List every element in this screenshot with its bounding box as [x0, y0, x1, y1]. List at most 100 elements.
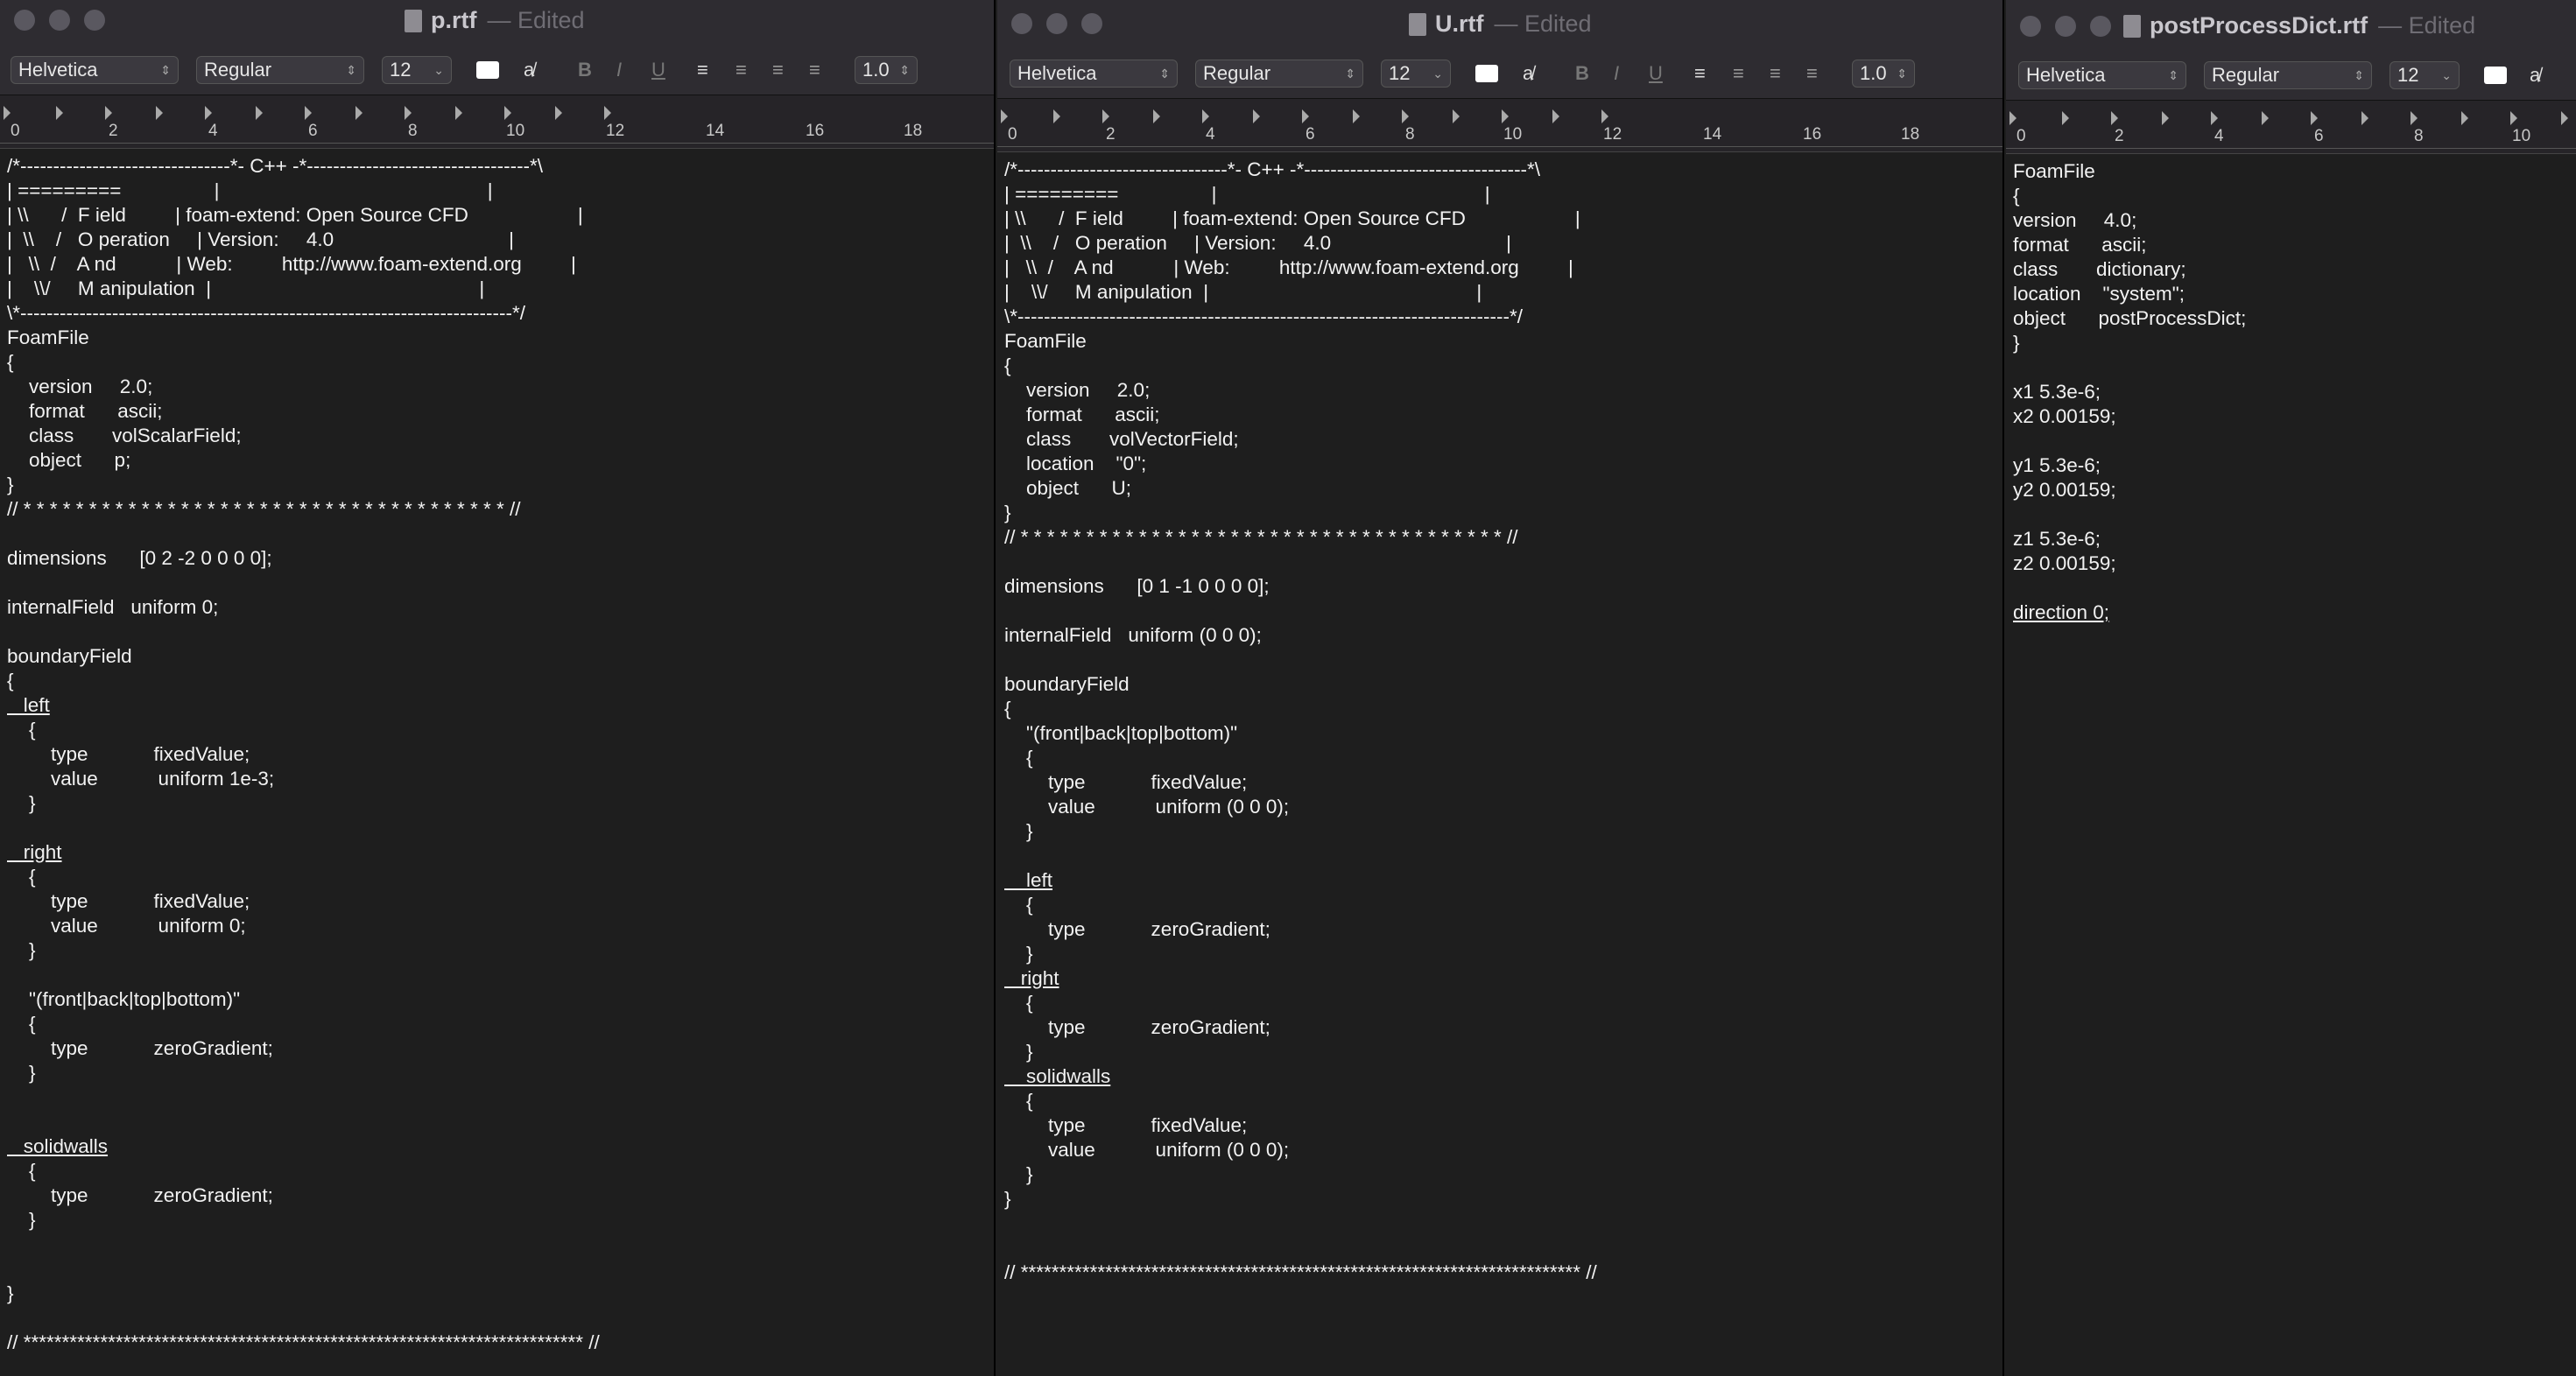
- tab-stop-marker[interactable]: [2211, 111, 2218, 125]
- close-button[interactable]: [2020, 16, 2041, 37]
- italic-button[interactable]: I: [1614, 60, 1619, 88]
- tab-stop-marker[interactable]: [2311, 111, 2318, 125]
- ruler[interactable]: 0 2 4 6 8 10 12 14 16 18: [997, 99, 2002, 152]
- minimize-button[interactable]: [1046, 13, 1067, 34]
- title-bar[interactable]: postProcessDict.rtf — Edited: [2006, 0, 2576, 53]
- text-line: y1 5.3e-6;: [2013, 454, 2101, 476]
- underline-button[interactable]: U: [1649, 60, 1663, 88]
- text-line: [2013, 576, 2576, 600]
- text-color-well[interactable]: [2484, 61, 2507, 89]
- align-center-icon[interactable]: ≡: [1733, 60, 1744, 88]
- tab-stop-marker[interactable]: [1353, 109, 1360, 123]
- align-right-icon[interactable]: ≡: [772, 56, 784, 84]
- text-line: | \\ / O peration | Version: 4.0 |: [7, 228, 514, 250]
- tab-stop-marker[interactable]: [205, 106, 212, 120]
- ruler[interactable]: 0 2 4 6 8 10 12 14 16 18: [0, 95, 994, 149]
- tab-stop-marker[interactable]: [1402, 109, 1409, 123]
- line-spacing-popup[interactable]: 1.0 ⇕: [1852, 60, 1915, 88]
- text-area[interactable]: /*--------------------------------*- C++…: [0, 149, 994, 1355]
- traffic-lights: [14, 10, 105, 31]
- tab-stop-marker[interactable]: [2162, 111, 2169, 125]
- close-button[interactable]: [14, 10, 35, 31]
- line-spacing-popup[interactable]: 1.0 ⇕: [855, 56, 918, 84]
- tab-stop-marker[interactable]: [555, 106, 562, 120]
- text-color-well[interactable]: [1475, 60, 1498, 88]
- tab-stop-marker[interactable]: [105, 106, 112, 120]
- tab-stop-marker[interactable]: [2461, 111, 2468, 125]
- tab-stop-marker[interactable]: [504, 106, 511, 120]
- tab-stop-marker[interactable]: [4, 106, 11, 120]
- tab-stop-marker[interactable]: [2510, 111, 2517, 125]
- text-line: version 2.0;: [1004, 379, 1151, 401]
- text-line: object U;: [1004, 477, 1132, 499]
- tab-stop-marker[interactable]: [1153, 109, 1160, 123]
- zoom-button[interactable]: [1081, 13, 1102, 34]
- underline-button[interactable]: U: [651, 56, 665, 84]
- tab-stop-marker[interactable]: [604, 106, 611, 120]
- zoom-button[interactable]: [84, 10, 105, 31]
- font-style-popup[interactable]: Regular ⇕: [1195, 60, 1363, 88]
- align-left-icon[interactable]: ≡: [697, 56, 708, 84]
- tab-stop-marker[interactable]: [2009, 111, 2016, 125]
- text-area[interactable]: FoamFile {version 4.0; format ascii; class …: [2006, 154, 2576, 625]
- background-color-icon[interactable]: a̸: [1523, 60, 1533, 88]
- font-size-combo[interactable]: 12 ⌄: [382, 56, 452, 84]
- font-family-popup[interactable]: Helvetica ⇕: [1010, 60, 1178, 88]
- minimize-button[interactable]: [2055, 16, 2076, 37]
- tab-stop-marker[interactable]: [1253, 109, 1260, 123]
- tab-stop-marker[interactable]: [1202, 109, 1209, 123]
- tab-stop-marker[interactable]: [2361, 111, 2368, 125]
- tab-stop-marker[interactable]: [2411, 111, 2418, 125]
- tab-stop-marker[interactable]: [56, 106, 63, 120]
- close-button[interactable]: [1011, 13, 1032, 34]
- bold-button[interactable]: B: [1575, 60, 1589, 88]
- font-size-combo[interactable]: 12 ⌄: [2389, 61, 2460, 89]
- align-left-icon[interactable]: ≡: [1694, 60, 1706, 88]
- background-color-icon[interactable]: a̸: [2530, 61, 2540, 89]
- tab-stop-marker[interactable]: [1601, 109, 1608, 123]
- justify-icon[interactable]: ≡: [1806, 60, 1818, 88]
- font-size-combo[interactable]: 12 ⌄: [1381, 60, 1451, 88]
- text-area[interactable]: /*--------------------------------*- C++…: [997, 152, 2002, 1285]
- font-family-popup[interactable]: Helvetica ⇕: [11, 56, 179, 84]
- chevron-updown-icon: ⇕: [346, 62, 356, 77]
- text-line: [1004, 1236, 2002, 1260]
- tab-stop-marker[interactable]: [2111, 111, 2118, 125]
- title-bar[interactable]: p.rtf — Edited: [0, 0, 994, 47]
- tab-stop-marker[interactable]: [355, 106, 362, 120]
- bold-button[interactable]: B: [578, 56, 592, 84]
- tab-stop-marker[interactable]: [256, 106, 263, 120]
- justify-icon[interactable]: ≡: [809, 56, 820, 84]
- minimize-button[interactable]: [49, 10, 70, 31]
- text-line: version 4.0;: [2013, 209, 2137, 231]
- background-color-icon[interactable]: a̸: [524, 56, 534, 84]
- zoom-button[interactable]: [2090, 16, 2111, 37]
- text-line: {: [1004, 1090, 1033, 1112]
- tab-stop-marker[interactable]: [2062, 111, 2069, 125]
- font-style-popup[interactable]: Regular ⇕: [196, 56, 364, 84]
- title-bar[interactable]: U.rtf — Edited: [997, 0, 2002, 51]
- tab-stop-marker[interactable]: [1502, 109, 1509, 123]
- align-center-icon[interactable]: ≡: [735, 56, 747, 84]
- font-style-popup[interactable]: Regular ⇕: [2204, 61, 2372, 89]
- align-right-icon[interactable]: ≡: [1770, 60, 1781, 88]
- tab-stop-marker[interactable]: [305, 106, 312, 120]
- tab-stop-marker[interactable]: [1552, 109, 1559, 123]
- tab-stop-marker[interactable]: [156, 106, 163, 120]
- tab-stop-marker[interactable]: [1001, 109, 1008, 123]
- text-line: }: [7, 1062, 36, 1084]
- text-line: value uniform 0;: [7, 915, 246, 937]
- tab-stop-marker[interactable]: [1453, 109, 1460, 123]
- tab-stop-marker[interactable]: [2561, 111, 2568, 125]
- tab-stop-marker[interactable]: [2262, 111, 2269, 125]
- tab-stop-marker[interactable]: [405, 106, 412, 120]
- text-color-well[interactable]: [476, 56, 499, 84]
- tab-stop-marker[interactable]: [1053, 109, 1060, 123]
- tab-stop-marker[interactable]: [1302, 109, 1309, 123]
- font-family-popup[interactable]: Helvetica ⇕: [2018, 61, 2186, 89]
- tab-stop-marker[interactable]: [1102, 109, 1109, 123]
- ruler-label: 2: [1106, 125, 1116, 144]
- tab-stop-marker[interactable]: [455, 106, 462, 120]
- ruler[interactable]: 0 2 4 6 8 10: [2006, 101, 2576, 154]
- italic-button[interactable]: I: [616, 56, 622, 84]
